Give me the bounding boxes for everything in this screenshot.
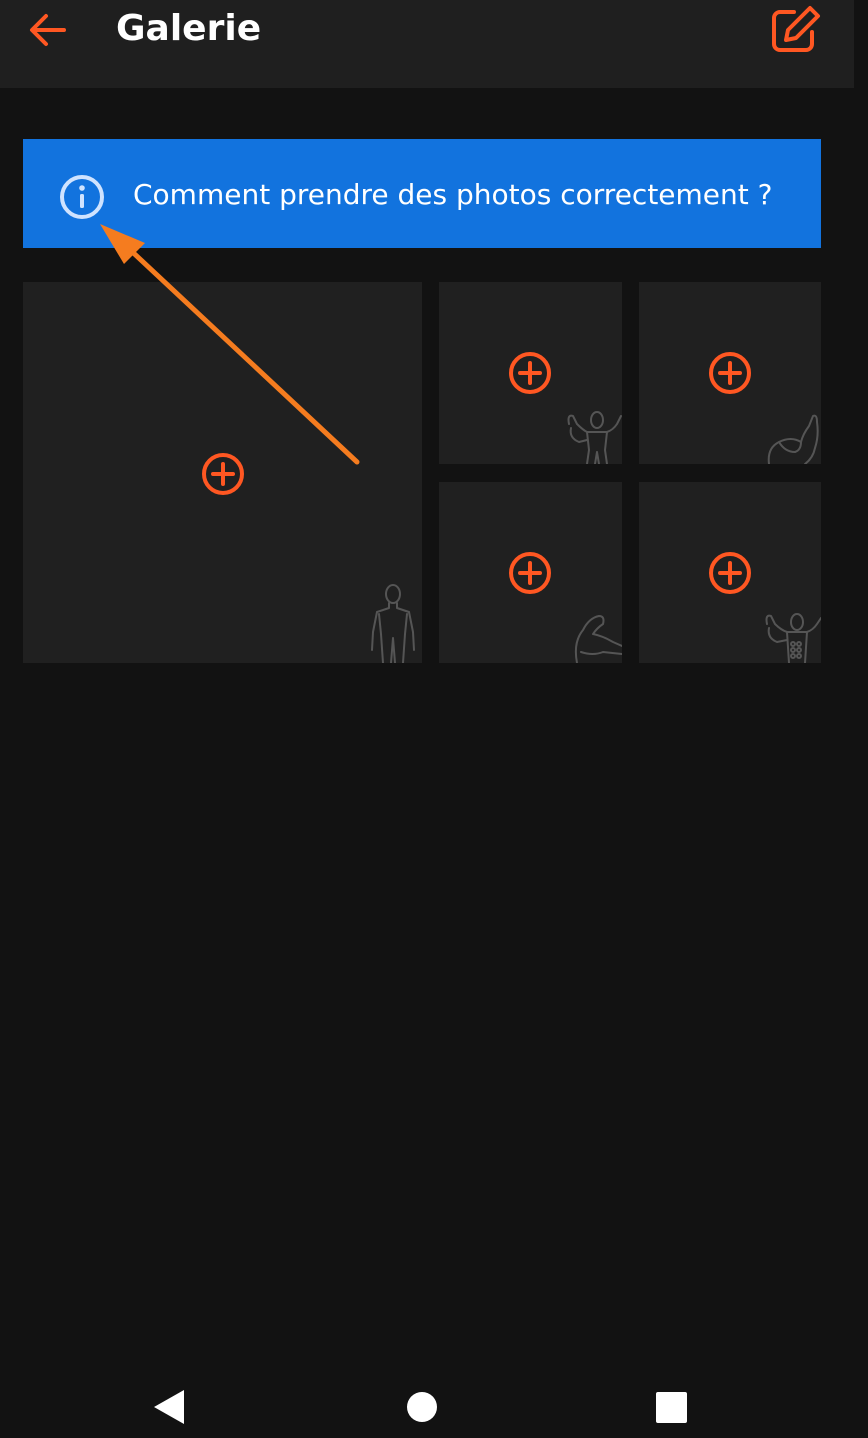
photo-slot-side-arm[interactable]: [439, 482, 622, 663]
photo-slot-front-double-biceps[interactable]: [439, 282, 622, 464]
arm-flex-silhouette-icon: [767, 414, 819, 464]
status-edge: [854, 0, 868, 88]
photo-slot-back-double-biceps[interactable]: [639, 482, 821, 663]
photo-tips-text: Comment prendre des photos correctement …: [133, 178, 773, 211]
edit-icon: [772, 6, 820, 52]
square-recents-icon[interactable]: [655, 1391, 688, 1424]
photo-slot-front[interactable]: [23, 282, 422, 663]
plus-circle-icon: [709, 352, 751, 394]
plus-circle-icon: [509, 352, 551, 394]
back-button[interactable]: [26, 8, 70, 52]
edit-button[interactable]: [768, 4, 822, 56]
photo-tips-banner[interactable]: Comment prendre des photos correctement …: [23, 139, 821, 248]
arrow-left-icon: [30, 14, 66, 46]
back-double-biceps-silhouette-icon: [765, 613, 821, 663]
side-arm-silhouette-icon: [574, 615, 622, 663]
page-title: Galerie: [116, 8, 262, 49]
plus-circle-icon: [709, 552, 751, 594]
info-icon: [60, 175, 104, 219]
gallery-screen: Galerie Comment prendre des photos corre…: [0, 0, 868, 1438]
plus-circle-icon: [509, 552, 551, 594]
plus-circle-icon: [202, 453, 244, 495]
photo-slot-arm-flex[interactable]: [639, 282, 821, 464]
circle-home-icon[interactable]: [406, 1391, 438, 1423]
system-nav-bar: [0, 1366, 868, 1438]
front-body-silhouette-icon: [371, 584, 415, 663]
app-bar: Galerie: [0, 0, 854, 88]
front-double-biceps-silhouette-icon: [567, 411, 622, 464]
triangle-back-icon[interactable]: [150, 1388, 186, 1426]
